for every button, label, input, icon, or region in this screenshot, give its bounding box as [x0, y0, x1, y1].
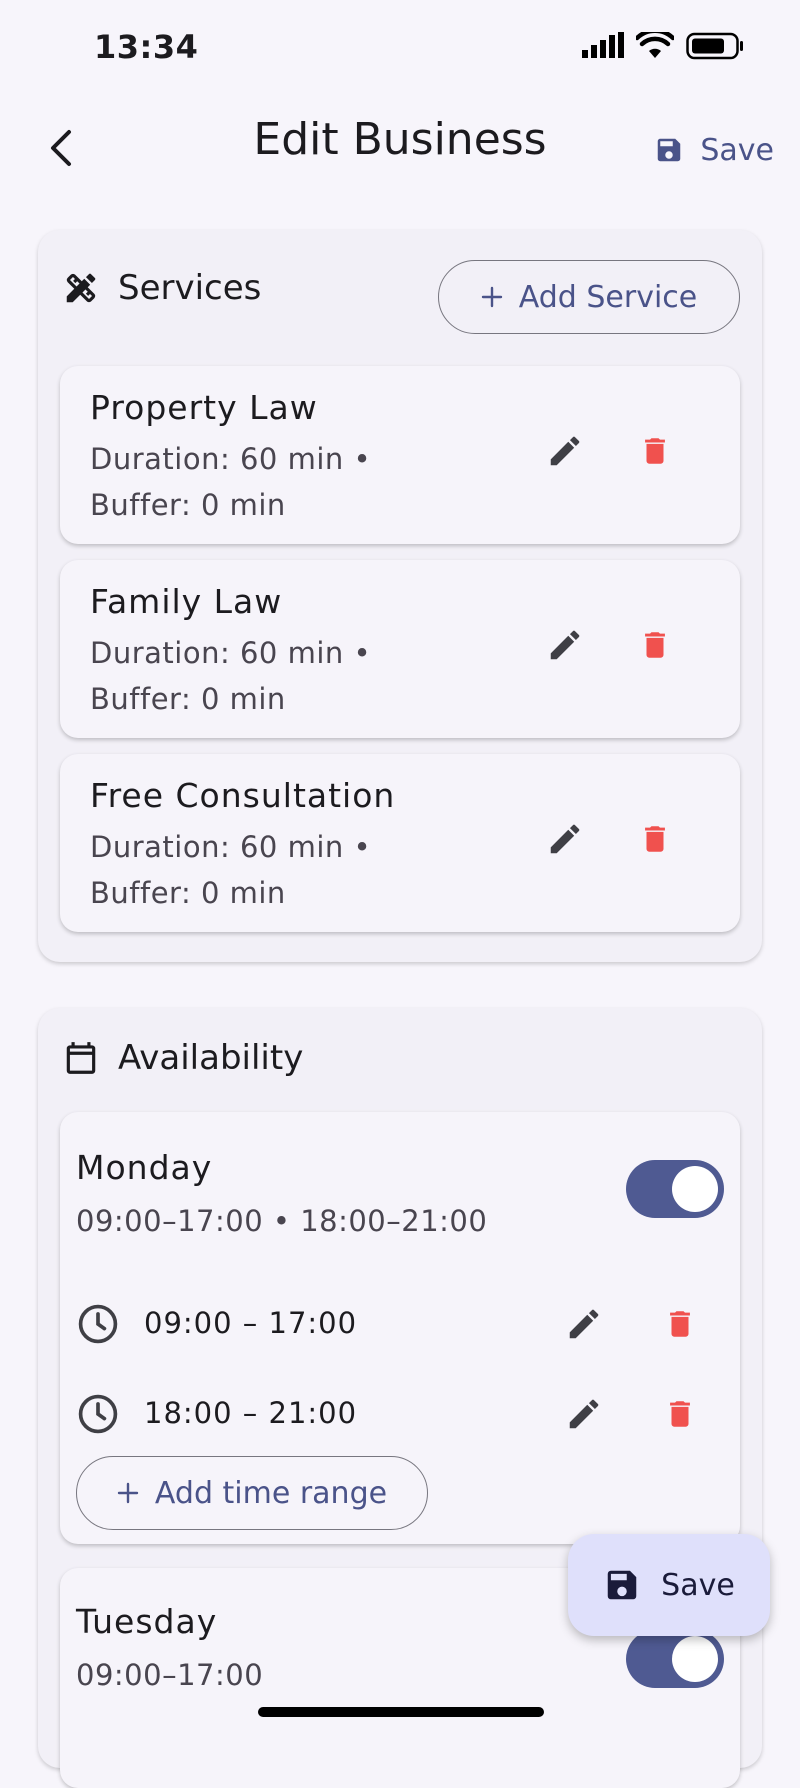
service-name: Property Law: [90, 388, 318, 427]
pencil-icon: [550, 630, 580, 660]
services-title: Services: [118, 268, 262, 308]
wifi-icon: [636, 32, 674, 58]
availability-card: Availability Monday 09:00–17:00 • 18:00–…: [38, 1008, 762, 1788]
day-summary: 09:00–17:00 • 18:00–21:00: [76, 1204, 488, 1238]
toggle-knob: [672, 1166, 718, 1212]
save-icon: [658, 138, 681, 162]
day-name: Tuesday: [76, 1602, 218, 1641]
status-icons: [582, 32, 744, 60]
plus-icon: [117, 1482, 139, 1504]
save-fab[interactable]: Save: [568, 1534, 770, 1636]
delete-service-button[interactable]: [630, 620, 680, 670]
service-item[interactable]: Free Consultation Duration: 60 min • Buf…: [60, 754, 740, 932]
trash-icon: [645, 438, 665, 464]
pencil-icon: [569, 1309, 599, 1339]
edit-range-button[interactable]: [560, 1300, 608, 1348]
service-item[interactable]: Property Law Duration: 60 min • Buffer: …: [60, 366, 740, 544]
plus-icon: [481, 286, 502, 308]
day-name: Monday: [76, 1148, 213, 1187]
edit-service-button[interactable]: [540, 426, 590, 476]
trash-icon: [645, 632, 665, 658]
app-bar: Edit Business Save: [0, 100, 800, 200]
save-icon: [607, 1570, 637, 1600]
save-fab-label: Save: [661, 1567, 735, 1603]
cellular-signal-icon: [582, 32, 624, 58]
pencil-icon: [550, 436, 580, 466]
status-bar: 13:34: [0, 0, 800, 90]
service-duration: Duration: 60 min •: [90, 830, 372, 864]
service-duration: Duration: 60 min •: [90, 442, 372, 476]
service-buffer: Buffer: 0 min: [90, 488, 286, 522]
time-range-row: 18:00 – 21:00: [76, 1384, 726, 1444]
trash-icon: [670, 1311, 690, 1337]
availability-title: Availability: [118, 1038, 304, 1078]
edit-service-button[interactable]: [540, 620, 590, 670]
service-buffer: Buffer: 0 min: [90, 682, 286, 716]
save-label: Save: [700, 132, 774, 168]
calendar-icon: [66, 1042, 96, 1074]
add-time-range-label: Add time range: [154, 1475, 388, 1511]
time-range-row: 09:00 – 17:00: [76, 1294, 726, 1354]
add-service-label: Add Service: [518, 279, 698, 315]
services-heading: Services: [62, 268, 261, 308]
delete-service-button[interactable]: [630, 814, 680, 864]
trash-icon: [645, 826, 665, 852]
toggle-knob: [672, 1636, 718, 1682]
trash-icon: [670, 1401, 690, 1427]
design-services-icon: [66, 273, 96, 303]
pencil-icon: [569, 1399, 599, 1429]
pencil-icon: [550, 824, 580, 854]
time-range-text: 18:00 – 21:00: [144, 1396, 358, 1430]
delete-service-button[interactable]: [630, 426, 680, 476]
availability-heading: Availability: [62, 1038, 303, 1078]
day-toggle[interactable]: [626, 1630, 724, 1688]
save-button-top[interactable]: Save: [654, 122, 774, 178]
status-time: 13:34: [94, 28, 199, 66]
add-time-range-button[interactable]: Add time range: [76, 1456, 428, 1530]
edit-range-button[interactable]: [560, 1390, 608, 1438]
clock-icon: [78, 1394, 118, 1434]
service-buffer: Buffer: 0 min: [90, 876, 286, 910]
edit-service-button[interactable]: [540, 814, 590, 864]
battery-icon: [686, 32, 743, 60]
time-range-text: 09:00 – 17:00: [144, 1306, 358, 1340]
service-name: Family Law: [90, 582, 283, 621]
day-summary: 09:00–17:00: [76, 1658, 264, 1692]
service-name: Free Consultation: [90, 776, 396, 815]
services-card: Services Add Service Property Law Durati…: [38, 230, 762, 962]
delete-range-button[interactable]: [656, 1300, 704, 1348]
delete-range-button[interactable]: [656, 1390, 704, 1438]
day-monday: Monday 09:00–17:00 • 18:00–21:00 09:00 –…: [60, 1112, 740, 1544]
service-duration: Duration: 60 min •: [90, 636, 372, 670]
service-item[interactable]: Family Law Duration: 60 min • Buffer: 0 …: [60, 560, 740, 738]
clock-icon: [78, 1304, 118, 1344]
add-service-button[interactable]: Add Service: [438, 260, 740, 334]
home-indicator: [258, 1707, 544, 1717]
day-toggle[interactable]: [626, 1160, 724, 1218]
